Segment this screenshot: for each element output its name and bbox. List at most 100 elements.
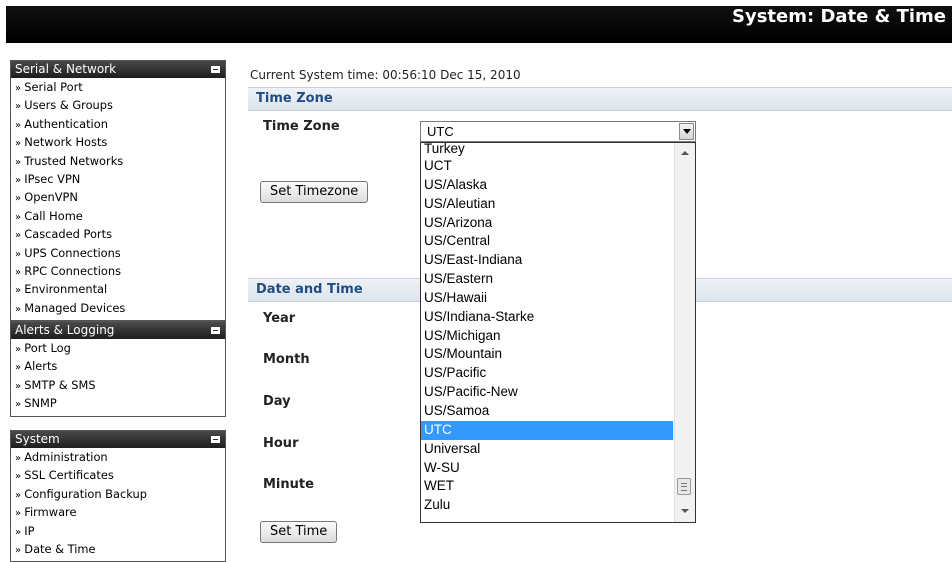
- timezone-option[interactable]: US/Mountain: [421, 345, 673, 364]
- arrow-icon: »: [15, 193, 25, 205]
- sidebar-item-smtp-sms[interactable]: » SMTP & SMS: [15, 377, 225, 395]
- sidebar-item-ssl-certificates[interactable]: » SSL Certificates: [15, 467, 225, 485]
- timezone-option[interactable]: US/Indiana-Starke: [421, 308, 673, 327]
- sidebar-item-firmware[interactable]: » Firmware: [15, 504, 225, 522]
- set-time-button[interactable]: Set Time: [260, 521, 338, 543]
- sidebar-item-label: SMTP & SMS: [24, 377, 96, 392]
- sidebar-title: Serial & Network: [15, 62, 117, 76]
- scroll-up-icon[interactable]: [681, 151, 689, 155]
- sidebar-list: » Serial Port» Users & Groups» Authentic…: [11, 78, 225, 320]
- arrow-icon: »: [15, 83, 25, 94]
- sidebar-item-alerts[interactable]: » Alerts: [15, 358, 225, 376]
- sidebar-item-label: Configuration Backup: [24, 486, 147, 501]
- timezone-option[interactable]: US/Pacific-New: [421, 383, 673, 402]
- page-title: System: Date & Time: [732, 6, 946, 27]
- sidebar-item-ip[interactable]: » IP: [15, 523, 225, 541]
- hour-label: Hour: [263, 436, 299, 451]
- arrow-icon: »: [15, 211, 25, 223]
- timezone-option[interactable]: US/Michigan: [421, 327, 673, 346]
- year-label: Year: [263, 311, 296, 326]
- sidebar-item-network-hosts[interactable]: » Network Hosts: [15, 134, 225, 152]
- sidebar-item-label: Firmware: [24, 505, 77, 520]
- sidebar-item-label: IPsec VPN: [24, 172, 81, 187]
- timezone-option[interactable]: WET: [421, 477, 673, 496]
- sidebar-item-serial-port[interactable]: » Serial Port: [15, 79, 225, 97]
- sidebar-item-authentication[interactable]: » Authentication: [15, 116, 225, 134]
- arrow-icon: »: [15, 399, 25, 411]
- sidebar-title: Alerts & Logging: [15, 323, 115, 337]
- sidebar-item-label: Alerts: [24, 359, 58, 374]
- sidebar-item-label: SNMP: [24, 396, 57, 411]
- section-title: Date and Time: [256, 282, 363, 297]
- dropdown-scrollbar[interactable]: [674, 143, 695, 522]
- timezone-option[interactable]: US/East-Indiana: [421, 251, 673, 270]
- sidebar-header-system: System: [11, 431, 225, 448]
- arrow-icon: »: [15, 508, 25, 520]
- sidebar-item-date-time[interactable]: » Date & Time: [15, 541, 225, 559]
- timezone-select[interactable]: UTC: [420, 121, 696, 142]
- sidebar-item-label: IP: [24, 523, 35, 538]
- scroll-down-icon[interactable]: [681, 509, 689, 513]
- arrow-icon: »: [15, 526, 25, 538]
- sidebar-item-ipsec-vpn[interactable]: » IPsec VPN: [15, 171, 225, 189]
- arrow-icon: »: [15, 248, 25, 260]
- scroll-thumb[interactable]: [677, 478, 691, 495]
- sidebar-header-serial-network: Serial & Network: [11, 61, 225, 78]
- sidebar-item-rpc-connections[interactable]: » RPC Connections: [15, 263, 225, 281]
- arrow-icon: »: [15, 362, 25, 374]
- timezone-dropdown-list[interactable]: Turkey UCT US/Alaska US/Aleutian US/Arizona U…: [420, 142, 696, 523]
- minimize-icon[interactable]: [211, 66, 220, 73]
- arrow-icon: »: [15, 175, 25, 187]
- timezone-option[interactable]: Zulu: [421, 496, 673, 515]
- timezone-option[interactable]: UTC: [421, 420, 673, 440]
- minimize-icon[interactable]: [211, 327, 220, 334]
- timezone-option[interactable]: US/Arizona: [421, 214, 673, 233]
- timezone-option[interactable]: US/Pacific: [421, 364, 673, 383]
- arrow-icon: »: [15, 119, 25, 131]
- sidebar-item-port-log[interactable]: » Port Log: [15, 340, 225, 358]
- sidebar-header-alerts-logging: Alerts & Logging: [11, 322, 225, 339]
- sidebar-item-label: Environmental: [24, 282, 108, 297]
- sidebar-item-label: Call Home: [24, 208, 83, 223]
- section-time-zone: Time Zone: [248, 87, 952, 111]
- timezone-option[interactable]: US/Hawaii: [421, 289, 673, 308]
- sidebar-list: » Port Log» Alerts» SMTP & SMS» SNMP: [11, 339, 225, 416]
- timezone-option[interactable]: US/Eastern: [421, 270, 673, 289]
- timezone-option[interactable]: UCT: [421, 157, 673, 176]
- sidebar-title: System: [15, 432, 60, 446]
- arrow-icon: »: [15, 453, 25, 464]
- sidebar-item-openvpn[interactable]: » OpenVPN: [15, 189, 225, 207]
- arrow-icon: »: [15, 285, 25, 297]
- timezone-label: Time Zone: [263, 119, 340, 134]
- sidebar-item-cascaded-ports[interactable]: » Cascaded Ports: [15, 226, 225, 244]
- sidebar-item-administration[interactable]: » Administration: [15, 449, 225, 467]
- sidebar-item-snmp[interactable]: » SNMP: [15, 395, 225, 413]
- arrow-icon: »: [15, 489, 25, 501]
- arrow-icon: »: [15, 380, 25, 392]
- sidebar-item-label: Date & Time: [24, 542, 96, 557]
- sidebar-item-label: Administration: [24, 450, 108, 464]
- sidebar-item-label: Authentication: [24, 116, 108, 131]
- sidebar-item-trusted-networks[interactable]: » Trusted Networks: [15, 153, 225, 171]
- timezone-option[interactable]: Turkey: [421, 143, 673, 157]
- sidebar-item-ups-connections[interactable]: » UPS Connections: [15, 245, 225, 263]
- chevron-down-icon[interactable]: [679, 123, 694, 140]
- sidebar-item-environmental[interactable]: » Environmental: [15, 281, 225, 299]
- timezone-option[interactable]: US/Samoa: [421, 402, 673, 421]
- timezone-option[interactable]: W-SU: [421, 459, 673, 478]
- timezone-option[interactable]: US/Central: [421, 232, 673, 251]
- sidebar-item-label: Trusted Networks: [24, 153, 124, 168]
- sidebar-item-label: OpenVPN: [24, 190, 78, 205]
- minimize-icon[interactable]: [211, 436, 220, 443]
- sidebar-item-call-home[interactable]: » Call Home: [15, 208, 225, 226]
- timezone-option[interactable]: US/Aleutian: [421, 195, 673, 214]
- sidebar-item-configuration-backup[interactable]: » Configuration Backup: [15, 486, 225, 504]
- sidebar-item-users-groups[interactable]: » Users & Groups: [15, 97, 225, 115]
- sidebar-item-managed-devices[interactable]: » Managed Devices: [15, 300, 225, 318]
- timezone-option[interactable]: Universal: [421, 440, 673, 459]
- sidebar-alerts-logging: Alerts & Logging » Port Log» Alerts» SMT…: [10, 321, 226, 417]
- timezone-option[interactable]: US/Alaska: [421, 176, 673, 195]
- set-timezone-button[interactable]: Set Timezone: [260, 181, 369, 203]
- arrow-icon: »: [15, 156, 25, 168]
- sidebar-item-label: Network Hosts: [24, 135, 108, 150]
